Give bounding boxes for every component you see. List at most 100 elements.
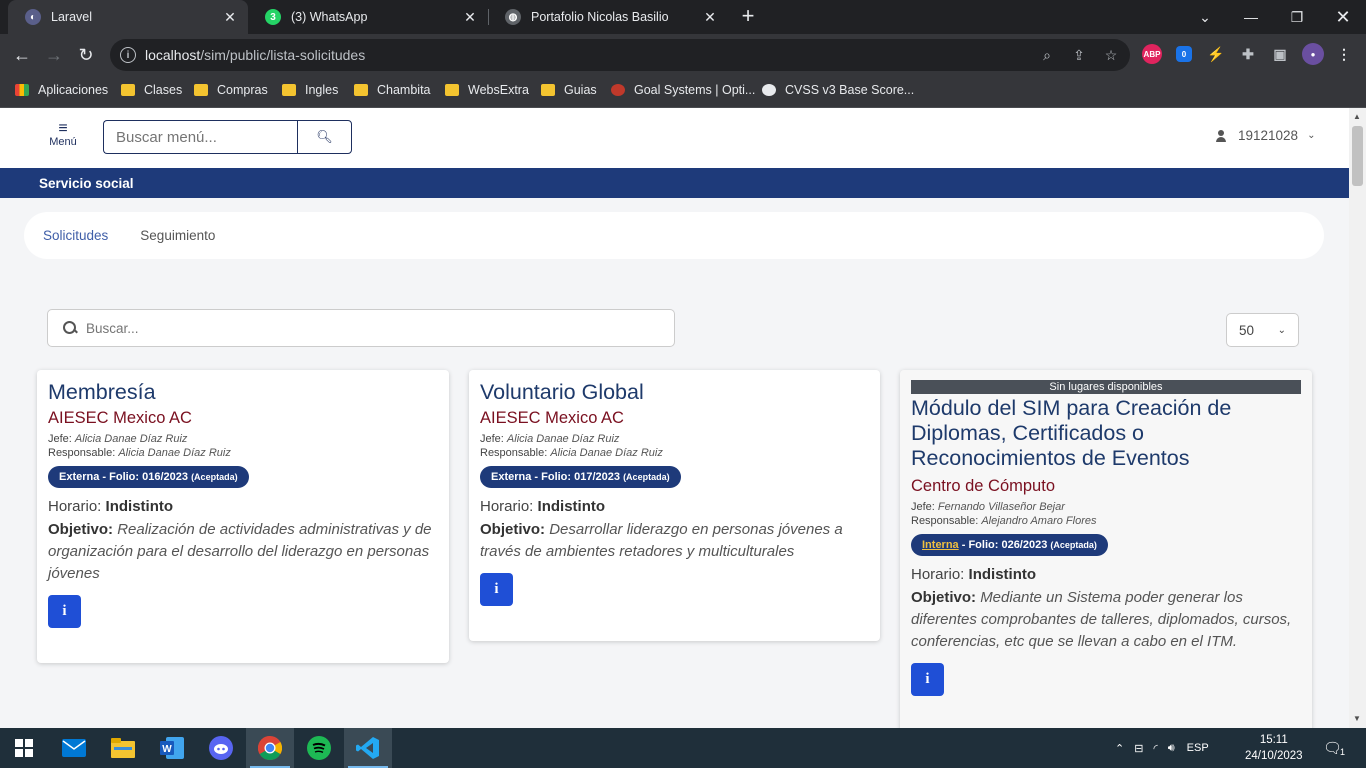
- scrollbar-thumb[interactable]: [1352, 126, 1363, 186]
- page-scrollbar[interactable]: ▲ ▼: [1349, 108, 1366, 728]
- volume-icon[interactable]: 🔊︎: [1168, 742, 1175, 755]
- status-badge: Externa - Folio: 016/2023 (Aceptada): [48, 466, 249, 488]
- card-responsable: Alicia Danae Díaz Ruiz: [550, 447, 663, 459]
- scroll-up-icon[interactable]: ▲: [1353, 112, 1361, 121]
- scroll-down-icon[interactable]: ▼: [1353, 714, 1361, 723]
- language-indicator[interactable]: ESP: [1187, 742, 1209, 754]
- zoom-icon[interactable]: ⌕: [1038, 46, 1056, 64]
- puzzle-extensions-icon[interactable]: ✚: [1238, 44, 1258, 64]
- tab-search-icon[interactable]: ⌄: [1182, 0, 1228, 34]
- site-info-icon[interactable]: i: [120, 47, 136, 63]
- solicitud-card: Sin lugares disponibles Módulo del SIM p…: [900, 370, 1312, 728]
- discord-icon[interactable]: [197, 728, 245, 768]
- card-jefe: Alicia Danae Díaz Ruiz: [74, 433, 188, 445]
- spotify-icon[interactable]: [295, 728, 343, 768]
- browser-tab-strip: ◐ Laravel ✕ 3 (3) WhatsApp ✕ ◍ Portafoli…: [0, 0, 1366, 34]
- reload-icon[interactable]: ↻: [71, 40, 101, 70]
- url-text[interactable]: localhost/sim/public/lista-solicitudes: [145, 47, 365, 63]
- mail-icon[interactable]: [50, 728, 98, 768]
- browser-tab-whatsapp[interactable]: 3 (3) WhatsApp ✕: [248, 0, 488, 34]
- bookmarks-bar: Aplicaciones Clases Compras Ingles Chamb…: [0, 76, 1366, 108]
- wifi-icon[interactable]: ◜: [1153, 742, 1157, 755]
- info-button[interactable]: i: [911, 663, 944, 696]
- word-icon[interactable]: W: [148, 728, 196, 768]
- windows-taskbar: W ⌃ ⊟ ◜ 🔊︎ ESP 15:11 24/10/2023 🗨︎ 1: [0, 728, 1366, 768]
- chrome-icon[interactable]: [246, 728, 294, 768]
- card-objetivo: Objetivo: Mediante un Sistema poder gene…: [911, 589, 1292, 650]
- card-organization: Centro de Cómputo: [911, 477, 1055, 495]
- extension-badge-icon[interactable]: 0: [1176, 46, 1192, 62]
- card-organization: AIESEC Mexico AC: [480, 409, 624, 427]
- menu-button[interactable]: ≡ Menú: [45, 120, 81, 149]
- start-icon[interactable]: [0, 728, 48, 768]
- file-explorer-icon[interactable]: [99, 728, 147, 768]
- restore-icon[interactable]: ❐: [1274, 0, 1320, 34]
- show-hidden-icons-icon[interactable]: ⌃: [1115, 742, 1124, 755]
- svg-text:W: W: [162, 744, 172, 755]
- card-jefe: Fernando Villaseñor Bejar: [937, 501, 1065, 513]
- tab-title: (3) WhatsApp: [291, 10, 368, 24]
- menu-search-button[interactable]: 🔍︎: [297, 120, 352, 154]
- menu-search-input[interactable]: [103, 120, 297, 154]
- browser-tab-portfolio[interactable]: ◍ Portafolio Nicolas Basilio ✕: [488, 0, 728, 34]
- close-tab-icon[interactable]: ✕: [462, 9, 478, 26]
- tab-seguimiento[interactable]: Seguimiento: [140, 228, 215, 243]
- bookmark-websextra[interactable]: WebsExtra: [445, 76, 529, 104]
- card-horario: Horario: Indistinto: [911, 566, 1037, 583]
- lightning-extension-icon[interactable]: ⚡: [1206, 44, 1226, 64]
- share-icon[interactable]: ⇪: [1070, 46, 1088, 64]
- close-tab-icon[interactable]: ✕: [702, 9, 718, 26]
- solicitud-card: Voluntario Global AIESEC Mexico AC Jefe:…: [469, 370, 880, 641]
- forward-icon[interactable]: →: [39, 40, 69, 70]
- bookmark-guias[interactable]: Guias: [541, 76, 597, 104]
- chevron-down-icon: ⌄: [1277, 324, 1286, 336]
- clock[interactable]: 15:11 24/10/2023: [1245, 732, 1303, 764]
- menu-search: 🔍︎: [103, 120, 352, 154]
- info-button[interactable]: i: [480, 573, 513, 606]
- bookmark-star-icon[interactable]: ☆: [1102, 46, 1120, 64]
- unavailable-banner: Sin lugares disponibles: [911, 380, 1301, 394]
- bookmark-cvss[interactable]: CVSS v3 Base Score...: [762, 76, 914, 104]
- close-window-icon[interactable]: ✕: [1320, 0, 1366, 34]
- bookmark-aplicaciones[interactable]: Aplicaciones: [15, 76, 108, 104]
- input-method-icon[interactable]: ⊟: [1134, 742, 1143, 755]
- hamburger-icon: ≡: [58, 120, 68, 137]
- bookmark-chambita[interactable]: Chambita: [354, 76, 431, 104]
- per-page-select[interactable]: 50 ⌄: [1226, 313, 1299, 347]
- info-button[interactable]: i: [48, 595, 81, 628]
- back-icon[interactable]: ←: [7, 40, 37, 70]
- card-responsable: Alejandro Amaro Flores: [981, 515, 1097, 527]
- badge-type-link[interactable]: Interna: [922, 539, 959, 551]
- bookmark-clases[interactable]: Clases: [121, 76, 182, 104]
- bookmark-compras[interactable]: Compras: [194, 76, 268, 104]
- chevron-down-icon: ⌄: [1307, 130, 1316, 141]
- list-search-input[interactable]: [86, 320, 646, 336]
- app-header: ≡ Menú 🔍︎ 19121028 ⌄: [0, 108, 1349, 168]
- list-search: [47, 309, 675, 347]
- apps-grid-icon: [15, 84, 29, 96]
- vscode-icon[interactable]: [344, 728, 392, 768]
- notifications-button[interactable]: 🗨︎ 1: [1323, 728, 1345, 768]
- tab-solicitudes[interactable]: Solicitudes: [43, 228, 108, 243]
- folder-icon: [445, 84, 459, 96]
- new-tab-icon[interactable]: +: [736, 4, 760, 28]
- adblock-plus-icon[interactable]: ABP: [1142, 44, 1162, 64]
- browser-tab-laravel[interactable]: ◐ Laravel ✕: [8, 0, 248, 34]
- menu-label: Menú: [49, 136, 77, 148]
- folder-icon: [541, 84, 555, 96]
- card-objetivo: Objetivo: Realización de actividades adm…: [48, 521, 432, 582]
- profile-avatar[interactable]: ●: [1302, 43, 1324, 65]
- side-panel-icon[interactable]: ▣: [1270, 44, 1290, 64]
- section-title: Servicio social: [0, 168, 1349, 198]
- close-tab-icon[interactable]: ✕: [222, 9, 238, 26]
- bookmark-goal-systems[interactable]: Goal Systems | Opti...: [611, 76, 755, 104]
- address-bar[interactable]: i localhost/sim/public/lista-solicitudes…: [110, 39, 1130, 71]
- card-horario: Horario: Indistinto: [480, 498, 606, 515]
- minimize-icon[interactable]: —: [1228, 0, 1274, 34]
- solicitud-card: Membresía AIESEC Mexico AC Jefe: Alicia …: [37, 370, 449, 663]
- bookmark-ingles[interactable]: Ingles: [282, 76, 338, 104]
- laravel-favicon-icon: ◐: [25, 9, 41, 25]
- status-badge: Externa - Folio: 017/2023 (Aceptada): [480, 466, 681, 488]
- user-menu[interactable]: 19121028 ⌄: [1215, 128, 1315, 143]
- chrome-menu-icon[interactable]: ⋮: [1334, 44, 1354, 64]
